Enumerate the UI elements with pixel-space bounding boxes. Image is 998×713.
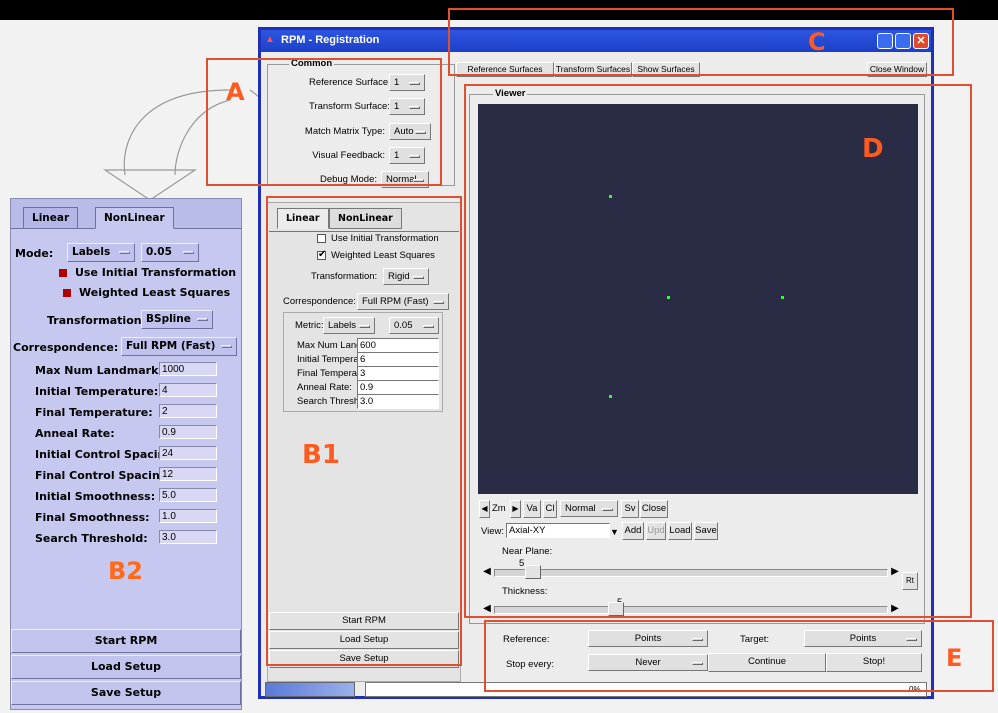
b2-initial-temperature-input[interactable]: 4	[159, 383, 217, 397]
b2-tab-nonlinear[interactable]: NonLinear	[95, 207, 174, 229]
b2-field-label: Initial Temperature:	[35, 385, 159, 398]
b2-weighted-checkbox[interactable]	[63, 289, 71, 297]
b2-use-initial-label: Use Initial Transformation	[75, 266, 237, 279]
b2-field-label: Final Smoothness:	[35, 511, 150, 524]
b2-load-setup-button[interactable]: Load Setup	[11, 655, 241, 679]
b2-initial-control-spacing-input[interactable]: 24	[159, 446, 217, 460]
b2-mode-menu[interactable]: Labels	[67, 243, 135, 262]
b2-transformation-label: Transformation:	[47, 314, 146, 327]
window-title: RPM - Registration	[281, 34, 380, 46]
annotation-e: E	[946, 644, 963, 672]
annotation-box-e	[484, 620, 994, 692]
b2-weighted-label: Weighted Least Squares	[79, 286, 231, 299]
b2-field-label: Anneal Rate:	[35, 427, 115, 440]
b2-correspondence-indicator	[221, 345, 232, 348]
b2-mode-value2-menu[interactable]: 0.05	[141, 243, 199, 262]
b2-final-temperature-input[interactable]: 2	[159, 404, 217, 418]
annotation-b1: B1	[302, 440, 340, 470]
b2-save-setup-button[interactable]: Save Setup	[11, 681, 241, 705]
logo-strip	[265, 682, 355, 697]
b2-final-smoothness-input[interactable]: 1.0	[159, 509, 217, 523]
b2-max-landmarks-input[interactable]: 1000	[159, 362, 217, 376]
b2-transformation-indicator	[197, 318, 208, 321]
annotation-d: D	[862, 134, 884, 164]
nonlinear-panel-b2: Linear NonLinear Mode: Labels 0.05 Use I…	[10, 198, 242, 710]
annotation-box-d	[464, 84, 972, 618]
annotation-box-c	[448, 8, 954, 76]
b2-transformation-menu[interactable]: BSpline	[141, 310, 213, 329]
annotation-b2: B2	[108, 557, 143, 585]
app-icon: ▲	[265, 34, 275, 45]
b2-mode-indicator	[119, 251, 130, 254]
b2-field-label: Initial Control Spacing:	[35, 448, 178, 461]
b2-field-label: Initial Smoothness:	[35, 490, 156, 503]
b2-transformation-value: BSpline	[146, 313, 191, 325]
b2-correspondence-menu[interactable]: Full RPM (Fast)	[121, 337, 237, 356]
b2-initial-smoothness-input[interactable]: 5.0	[159, 488, 217, 502]
b2-correspondence-label: Correspondence:	[13, 341, 119, 354]
b2-anneal-rate-input[interactable]: 0.9	[159, 425, 217, 439]
b2-mode-value2-indicator	[183, 251, 194, 254]
b2-mode-label: Mode:	[15, 247, 54, 260]
b2-mode-value: Labels	[72, 246, 111, 258]
b2-field-label: Final Control Spacing:	[35, 469, 173, 482]
annotation-box-b1	[266, 196, 462, 666]
b2-field-label: Search Threshold:	[35, 532, 148, 545]
b2-search-threshold-input[interactable]: 3.0	[159, 530, 217, 544]
b2-correspondence-value: Full RPM (Fast)	[126, 340, 216, 352]
b2-field-label: Max Num Landmarks:	[35, 364, 170, 377]
b2-mode-value2: 0.05	[146, 246, 172, 258]
annotation-a: A	[226, 78, 245, 106]
b2-final-control-spacing-input[interactable]: 12	[159, 467, 217, 481]
b2-start-rpm-button[interactable]: Start RPM	[11, 629, 241, 653]
annotation-c: C	[808, 28, 826, 56]
b2-tab-linear[interactable]: Linear	[23, 207, 79, 229]
b2-use-initial-checkbox[interactable]	[59, 269, 67, 277]
b2-field-label: Final Temperature:	[35, 406, 153, 419]
